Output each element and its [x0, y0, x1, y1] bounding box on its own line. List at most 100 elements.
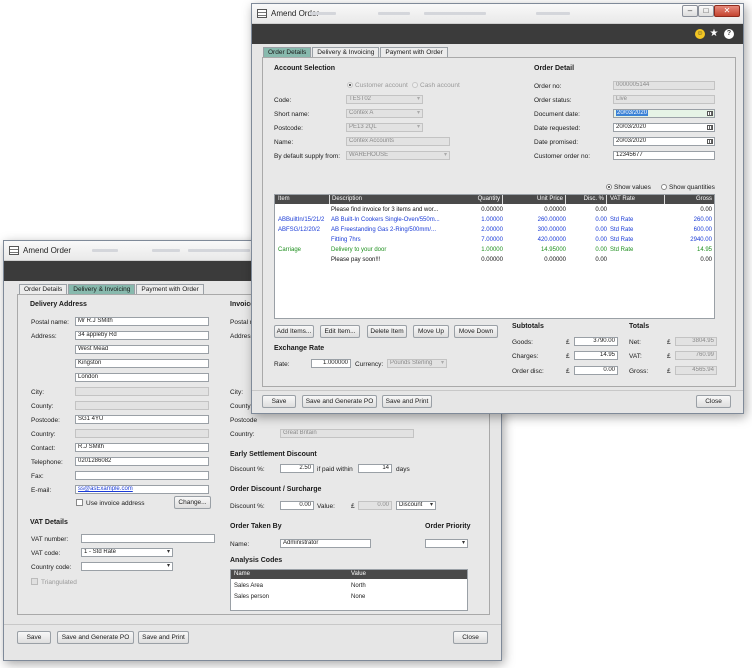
table-row[interactable]: Please pay soon!!! 0.00000 0.00000 0.00 0.00: [275, 255, 714, 265]
days-field[interactable]: 14: [358, 464, 392, 473]
change-button[interactable]: Change...: [174, 496, 211, 509]
table-row[interactable]: Carriage Delivery to your door 1.00000 14.9…: [275, 245, 714, 255]
gross-currency: £: [667, 368, 671, 375]
table-row[interactable]: ABBuiltIn/15/21/2 AB Built-In Cookers Sin…: [275, 215, 714, 225]
order-status-label: Order status:: [534, 97, 572, 104]
goods-field[interactable]: 3790.00: [574, 337, 618, 346]
name-field[interactable]: Contex Accounts: [346, 137, 450, 146]
postal-name-field[interactable]: Mr R.J SMith: [75, 317, 209, 326]
od-type-select[interactable]: Discount ▾: [396, 501, 436, 510]
table-row[interactable]: Sales Area North: [231, 581, 467, 591]
postcode-select[interactable]: PE13 2QL ▾: [346, 123, 423, 132]
es-discount-field[interactable]: 2.50: [280, 464, 314, 473]
save-generate-po-button[interactable]: Save and Generate PO: [302, 395, 377, 408]
customer-order-no-field[interactable]: 12345677: [613, 151, 715, 160]
contact-label: Contact:: [31, 445, 56, 452]
rate-field[interactable]: 1.000000: [311, 359, 351, 368]
fax-field[interactable]: [75, 471, 209, 480]
vat-number-field[interactable]: [81, 534, 215, 543]
address-line-3-field[interactable]: Kingston: [75, 359, 209, 368]
customer-account-radio[interactable]: [347, 82, 353, 88]
totals-header: Totals: [629, 323, 650, 330]
invoice-country-field[interactable]: Great Britain: [280, 429, 414, 438]
order-disc-currency: £: [566, 368, 570, 375]
save-button[interactable]: Save: [262, 395, 296, 408]
country-field[interactable]: [75, 429, 209, 438]
edit-item-button[interactable]: Edit Item...: [320, 325, 360, 338]
telephone-label: Telephone:: [31, 459, 63, 466]
contact-field[interactable]: R.J SMith: [75, 443, 209, 452]
table-row[interactable]: Fitting 7hrs 7.00000 420.00000 0.00 Std Rate…: [275, 235, 714, 245]
calendar-icon[interactable]: [707, 125, 713, 130]
country-code-label: Country code:: [31, 564, 72, 571]
gross-field[interactable]: 4565.94: [675, 366, 717, 375]
add-items-button[interactable]: Add Items...: [274, 325, 314, 338]
table-row[interactable]: ABFSG/12/20/2 AB Freestanding Gas 2-Ring/…: [275, 225, 714, 235]
order-priority-select[interactable]: ▾: [425, 539, 468, 548]
cash-account-radio[interactable]: [412, 82, 418, 88]
order-disc-field[interactable]: 0.00: [574, 366, 618, 375]
delete-item-button[interactable]: Delete Item: [367, 325, 407, 338]
county-field[interactable]: [75, 401, 209, 410]
order-taken-name-field[interactable]: Administrator: [280, 539, 371, 548]
move-up-button[interactable]: Move Up: [413, 325, 449, 338]
help-icon[interactable]: ?: [724, 29, 734, 39]
table-row[interactable]: Sales person None: [231, 592, 467, 602]
currency-select[interactable]: Pounds Sterling ▾: [387, 359, 447, 368]
smiley-icon[interactable]: ☺: [695, 29, 705, 39]
close-window-button[interactable]: ✕: [714, 5, 740, 17]
rate-label: Rate:: [274, 361, 290, 368]
calendar-icon[interactable]: [707, 111, 713, 116]
date-promised-field[interactable]: 20/03/2020: [613, 137, 715, 146]
net-field[interactable]: 3804.95: [675, 337, 717, 346]
postcode-field[interactable]: SG1 4YU: [75, 415, 209, 424]
charges-field[interactable]: 14.95: [574, 351, 618, 360]
short-name-label: Short name:: [274, 111, 310, 118]
order-no-field[interactable]: 0000005144: [613, 81, 715, 90]
calendar-icon[interactable]: [707, 139, 713, 144]
save-print-button[interactable]: Save and Print: [138, 631, 189, 644]
supply-from-select[interactable]: WAREHOUSE ▾: [346, 151, 450, 160]
use-invoice-address-checkbox[interactable]: [76, 499, 83, 506]
maximize-button[interactable]: □: [698, 5, 714, 17]
email-field[interactable]: ss@asExample.com: [75, 485, 209, 494]
col-description: Description: [329, 195, 362, 204]
address-line-2-field[interactable]: West Mead: [75, 345, 209, 354]
cell-price: 300.00000: [537, 227, 566, 233]
save-button[interactable]: Save: [17, 631, 51, 644]
cell-disc: 0.00: [595, 227, 607, 233]
od-value-field[interactable]: 0.00: [358, 501, 392, 510]
cell-vat: Std Rate: [610, 237, 634, 243]
table-row[interactable]: Please find invoice for 3 items and wor.…: [275, 205, 714, 215]
county-label: County:: [31, 403, 54, 410]
address-line-1-field[interactable]: 34 appleby Rd: [75, 331, 209, 340]
exchange-rate-header: Exchange Rate: [274, 345, 325, 352]
close-button[interactable]: Close: [453, 631, 488, 644]
show-quantities-radio[interactable]: [661, 184, 667, 190]
currency-value: Pounds Sterling: [390, 360, 433, 366]
od-discount-field[interactable]: 0.00: [280, 501, 314, 510]
save-print-button[interactable]: Save and Print: [382, 395, 432, 408]
city-field[interactable]: [75, 387, 209, 396]
vat-number-label: VAT number:: [31, 536, 69, 543]
date-requested-field[interactable]: 20/03/2020: [613, 123, 715, 132]
triangulated-checkbox[interactable]: [31, 578, 38, 585]
move-down-button[interactable]: Move Down: [454, 325, 498, 338]
document-date-field[interactable]: 20/03/2020: [613, 109, 715, 118]
order-status-field[interactable]: Live: [613, 95, 715, 104]
country-code-select[interactable]: ▾: [81, 562, 173, 571]
close-button[interactable]: Close: [696, 395, 731, 408]
save-generate-po-button[interactable]: Save and Generate PO: [57, 631, 134, 644]
vat-field[interactable]: 760.99: [675, 351, 717, 360]
col-vat-rate: VAT Rate: [610, 196, 636, 202]
cell-gross: 260.00: [693, 217, 712, 223]
telephone-field[interactable]: 0201286082: [75, 457, 209, 466]
show-values-radio[interactable]: [606, 184, 612, 190]
vat-code-select[interactable]: 1 - Std Rate ▾: [81, 548, 173, 557]
star-icon[interactable]: ★: [709, 29, 719, 39]
postcode-label: Postcode:: [274, 125, 303, 132]
minimize-button[interactable]: –: [682, 5, 698, 17]
address-line-4-field[interactable]: London: [75, 373, 209, 382]
code-select[interactable]: TEST02 ▾: [346, 95, 423, 104]
short-name-select[interactable]: Contex A ▾: [346, 109, 423, 118]
